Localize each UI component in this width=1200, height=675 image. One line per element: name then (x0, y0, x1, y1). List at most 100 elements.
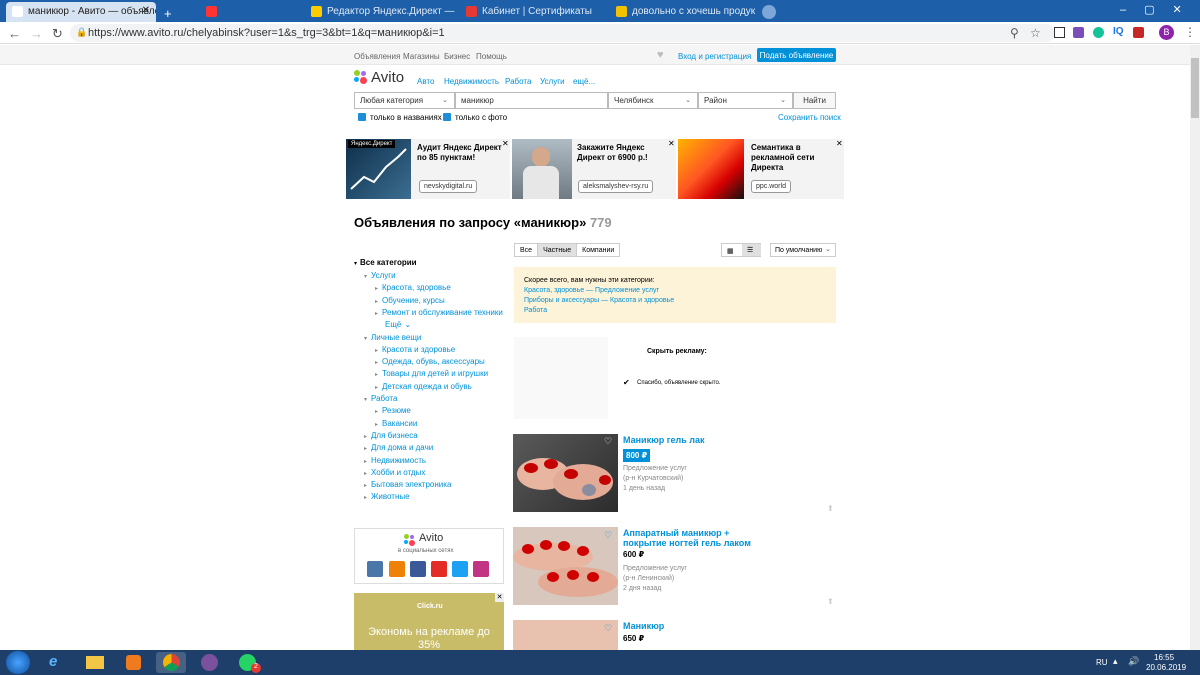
chrome-taskbar-icon[interactable] (156, 652, 186, 673)
grid-view-icon[interactable]: ▦ (727, 247, 734, 255)
sidebar-subcategory[interactable]: ▸ Красота и здоровье (375, 345, 455, 354)
sidebar-subcategory[interactable]: ▸ Красота, здоровье (375, 283, 451, 292)
nav-link-shops[interactable]: Магазины (403, 52, 440, 61)
new-tab-button[interactable]: + (160, 2, 180, 22)
up-arrow-icon[interactable]: ⬆ (827, 597, 834, 606)
sort-select[interactable]: По умолчанию ⌄ (770, 243, 836, 257)
tray-arrow-icon[interactable]: ▴ (1113, 656, 1118, 667)
window-controls[interactable]: –▢✕ (1120, 3, 1200, 16)
sidebar-category[interactable]: ▾ Услуги (364, 271, 396, 280)
close-tab-icon[interactable]: ✕ (142, 5, 150, 16)
sidebar-category[interactable]: ▸ Бытовая электроника (364, 480, 451, 489)
tab-all[interactable]: Все (515, 244, 537, 256)
sidebar-subcategory[interactable]: ▸ Обучение, курсы (375, 296, 445, 305)
new-tab-icon[interactable] (762, 5, 776, 19)
start-button-icon[interactable] (6, 651, 30, 674)
listing-photo[interactable] (513, 620, 618, 650)
sidebar-subcategory[interactable]: ▸ Ремонт и обслуживание техники (375, 308, 503, 317)
tab-private[interactable]: Частные (537, 244, 577, 256)
ad-block[interactable]: Закажите Яндекс Директ от 6900 р.! aleks… (512, 139, 676, 199)
listing-title[interactable]: Аппаратный маникюр + покрытие ногтей гел… (623, 528, 773, 548)
ad-link-button[interactable]: ppc.world (751, 180, 791, 193)
sidebar-subcategory[interactable]: ▸ Вакансии (375, 419, 417, 428)
extension-icon[interactable] (1054, 27, 1065, 38)
reload-icon[interactable]: ↻ (52, 26, 63, 42)
clock-date[interactable]: 20.06.2019 (1146, 663, 1186, 672)
close-icon[interactable]: ✕ (502, 139, 509, 148)
only-photo-checkbox[interactable]: только с фото (443, 113, 507, 122)
whatsapp-icon[interactable]: 2 (232, 652, 262, 673)
clock-time[interactable]: 16:55 (1154, 653, 1174, 662)
close-icon[interactable]: ✕ (495, 593, 504, 602)
vk-icon[interactable] (367, 561, 383, 577)
listing-photo[interactable] (513, 527, 618, 605)
language-indicator[interactable]: RU (1096, 658, 1108, 667)
category-select[interactable]: Любая категория ⌄ (354, 92, 455, 109)
post-ad-button[interactable]: Подать объявление (757, 48, 836, 62)
suggest-link[interactable]: Красота, здоровье — Предложение услуг (524, 286, 826, 296)
iq-extension-icon[interactable]: IQ (1113, 26, 1124, 37)
ad-link-button[interactable]: aleksmalyshev-rsy.ru (578, 180, 654, 193)
ad-title[interactable]: Закажите Яндекс Директ от 6900 р.! (577, 143, 672, 163)
favorites-heart-icon[interactable]: ♥ (657, 49, 664, 61)
ad-block[interactable]: Семантика в рекламной сети Директа ppc.w… (678, 139, 844, 199)
listing-photo[interactable] (513, 434, 618, 512)
volume-icon[interactable]: 🔊 (1128, 656, 1139, 667)
sidebar-subcategory[interactable]: ▸ Одежда, обувь, аксессуары (375, 357, 485, 366)
browser-tab[interactable]: Кабинет | Сертификаты (460, 2, 605, 22)
ad-block[interactable]: Яндекс.Директ Аудит Яндекс Директ по 85 … (346, 139, 510, 199)
odnoklassniki-icon[interactable] (389, 561, 405, 577)
browser-tab[interactable]: Редактор Яндекс.Директ — Сер (305, 2, 455, 22)
tab-companies[interactable]: Компании (576, 244, 619, 256)
menu-more[interactable]: ещё... (573, 77, 595, 86)
sidebar-root[interactable]: ▾ Все категории (354, 258, 417, 267)
district-select[interactable]: Район ⌄ (698, 92, 793, 109)
youtube-icon[interactable] (431, 561, 447, 577)
search-input[interactable]: маникюр (455, 92, 608, 109)
browser-tab[interactable]: довольно с хочешь продукт д... (610, 2, 755, 22)
sidebar-category[interactable]: ▾ Работа (364, 394, 397, 403)
menu-kebab-icon[interactable]: ⋮ (1184, 25, 1196, 39)
nav-link-business[interactable]: Бизнес (444, 52, 470, 61)
back-arrow-icon[interactable]: ← (8, 26, 21, 41)
sidebar-category[interactable]: ▸ Недвижимость (364, 456, 426, 465)
instagram-icon[interactable] (473, 561, 489, 577)
city-select[interactable]: Челябинск ⌄ (608, 92, 698, 109)
page-scrollbar[interactable] (1190, 45, 1200, 650)
up-arrow-icon[interactable]: ⬆ (827, 504, 834, 513)
ad-link-button[interactable]: nevskydigital.ru (419, 180, 478, 193)
browser-tab[interactable] (200, 2, 305, 22)
viber-icon[interactable] (194, 652, 224, 673)
close-icon[interactable]: ✕ (668, 139, 675, 148)
ad-title[interactable]: Аудит Яндекс Директ по 85 пунктам! (417, 143, 505, 163)
favorite-heart-icon[interactable]: ♡ (604, 623, 612, 634)
suggest-link[interactable]: Работа (524, 306, 826, 316)
scrollbar-thumb[interactable] (1191, 58, 1199, 118)
twitter-icon[interactable] (452, 561, 468, 577)
sidebar-subcategory[interactable]: Ещё ⌄ (381, 320, 411, 329)
extension-icon[interactable] (1133, 27, 1144, 38)
favorite-heart-icon[interactable]: ♡ (604, 436, 612, 447)
menu-services[interactable]: Услуги (540, 77, 565, 86)
menu-realty[interactable]: Недвижимость (444, 77, 499, 86)
promo-banner[interactable]: Click.ru Экономь на рекламе до 35% ✕ (354, 593, 504, 650)
extension-icon[interactable] (1073, 27, 1084, 38)
suggest-link[interactable]: Приборы и аксессуары — Красота и здоровь… (524, 296, 826, 306)
listing-title[interactable]: Маникюр гель лак (623, 435, 705, 445)
sidebar-subcategory[interactable]: ▸ Резюме (375, 406, 411, 415)
avito-logo-text[interactable]: Avito (371, 69, 404, 86)
sidebar-category[interactable]: ▾ Личные вещи (364, 333, 421, 342)
file-explorer-icon[interactable] (80, 652, 110, 673)
search-icon[interactable]: ⚲ (1010, 26, 1019, 40)
forward-arrow-icon[interactable]: → (30, 26, 43, 41)
avito-logo-icon[interactable] (354, 70, 368, 84)
url-field[interactable]: 🔒 https://www.avito.ru/chelyabinsk?user=… (70, 24, 1055, 42)
nav-link-help[interactable]: Помощь (476, 52, 507, 61)
sidebar-category[interactable]: ▸ Хобби и отдых (364, 468, 425, 477)
sidebar-category[interactable]: ▸ Для бизнеса (364, 431, 418, 440)
media-player-icon[interactable] (118, 652, 148, 673)
profile-avatar[interactable]: В (1159, 25, 1174, 40)
favorite-heart-icon[interactable]: ♡ (604, 530, 612, 541)
nav-link-ads[interactable]: Объявления (354, 52, 400, 61)
search-submit-button[interactable]: Найти (793, 92, 836, 109)
